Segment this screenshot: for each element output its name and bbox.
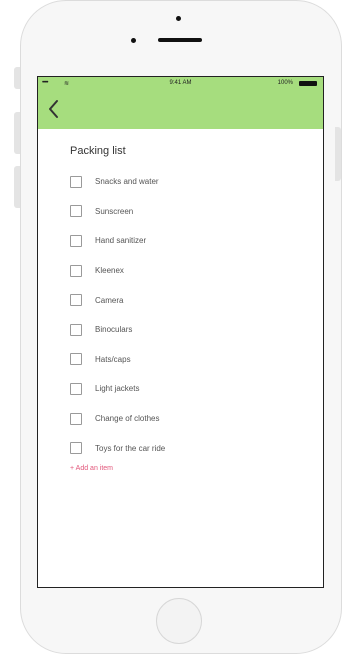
checkbox[interactable]: [70, 353, 82, 366]
checkbox[interactable]: [70, 234, 82, 247]
item-label: Hand sanitizer: [95, 236, 147, 246]
checkbox[interactable]: [70, 412, 82, 425]
status-bar: ••••• ≋ 9:41 AM 100%: [38, 80, 323, 90]
page-title: Packing list: [70, 145, 126, 157]
item-label: Light jackets: [95, 384, 140, 394]
checkbox[interactable]: [70, 323, 82, 336]
battery-percent: 100%: [277, 80, 293, 86]
list-item[interactable]: Toys for the car ride: [70, 433, 323, 463]
item-label: Snacks and water: [95, 177, 159, 187]
list-item[interactable]: Snacks and water: [70, 167, 323, 197]
list-item[interactable]: Binoculars: [70, 315, 323, 345]
checkbox[interactable]: [70, 175, 82, 188]
list-item[interactable]: Hats/caps: [70, 345, 323, 375]
nav-header: ••••• ≋ 9:41 AM 100%: [38, 77, 323, 129]
checkbox[interactable]: [70, 442, 82, 455]
home-button[interactable]: [156, 598, 202, 644]
list-item[interactable]: Kleenex: [70, 256, 323, 286]
item-label: Kleenex: [95, 266, 124, 276]
checkbox[interactable]: [70, 382, 82, 395]
list-item[interactable]: Camera: [70, 285, 323, 315]
list-item[interactable]: Sunscreen: [70, 197, 323, 227]
list-item[interactable]: Change of clothes: [70, 404, 323, 434]
battery-icon: [299, 81, 317, 86]
top-sensor-icon: [176, 16, 181, 21]
item-label: Binoculars: [95, 325, 133, 335]
packing-list: Packing list Snacks and water Sunscreen …: [38, 145, 323, 472]
front-camera-icon: [131, 38, 136, 43]
item-label: Change of clothes: [95, 414, 160, 424]
earpiece-speaker: [158, 38, 202, 42]
phone-screen: ••••• ≋ 9:41 AM 100% Packing list Snacks…: [37, 76, 324, 588]
item-label: Camera: [95, 295, 124, 305]
item-label: Hats/caps: [95, 354, 131, 364]
checkbox[interactable]: [70, 264, 82, 277]
item-label: Sunscreen: [95, 206, 134, 216]
back-button[interactable]: [46, 99, 62, 119]
checkbox[interactable]: [70, 294, 82, 307]
list-item[interactable]: Light jackets: [70, 374, 323, 404]
checkbox[interactable]: [70, 205, 82, 218]
item-label: Toys for the car ride: [95, 443, 166, 453]
list-item[interactable]: Hand sanitizer: [70, 226, 323, 256]
item-list: Snacks and water Sunscreen Hand sanitize…: [70, 167, 323, 463]
chevron-left-icon: [49, 100, 58, 118]
add-item-link[interactable]: + Add an item: [70, 465, 323, 472]
power-button: [335, 127, 341, 181]
